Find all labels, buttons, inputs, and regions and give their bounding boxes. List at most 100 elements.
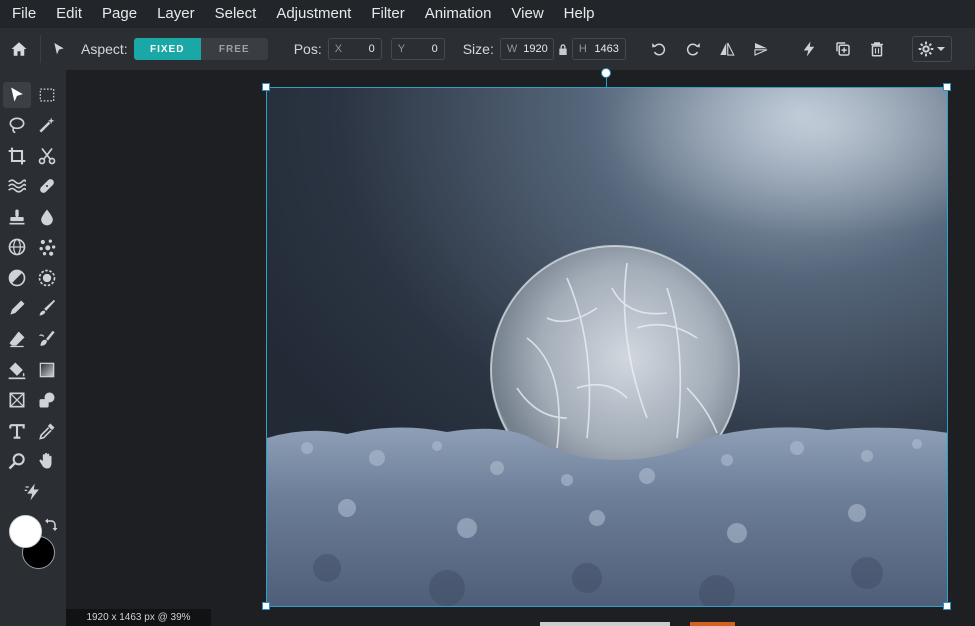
pos-label: Pos: xyxy=(293,41,322,57)
healing-tool[interactable] xyxy=(33,173,61,199)
gradient-tool[interactable] xyxy=(33,357,61,383)
settings-dropdown-button[interactable] xyxy=(911,36,952,62)
fill-tool[interactable] xyxy=(3,357,31,383)
eraser-tool[interactable] xyxy=(3,326,31,352)
text-icon xyxy=(9,424,25,439)
gradient-icon xyxy=(39,362,55,378)
flip-vertical-icon xyxy=(754,43,768,56)
menu-animation[interactable]: Animation xyxy=(425,0,492,28)
size-h-field[interactable]: H 1463 xyxy=(571,38,626,60)
hand-tool[interactable] xyxy=(33,448,61,474)
pos-x-value: 0 xyxy=(368,43,375,55)
menu-filter[interactable]: Filter xyxy=(371,0,404,28)
sponge-tool[interactable] xyxy=(33,265,61,291)
aspect-free-button[interactable]: FREE xyxy=(200,38,268,60)
pos-x-field[interactable]: X 0 xyxy=(327,38,382,60)
rotation-handle[interactable] xyxy=(601,68,611,78)
magic-wand-tool[interactable] xyxy=(33,112,61,138)
menu-view[interactable]: View xyxy=(511,0,543,28)
pencil-tool[interactable] xyxy=(3,295,31,321)
resize-handle-top-left[interactable] xyxy=(262,83,270,91)
redo-rotate-button[interactable] xyxy=(676,32,710,66)
smudge-tool[interactable] xyxy=(33,326,61,352)
sun-icon xyxy=(38,269,56,287)
duplicate-layer-button[interactable] xyxy=(826,32,860,66)
menu-select[interactable]: Select xyxy=(215,0,257,28)
droplet-icon xyxy=(41,209,53,226)
hand-icon xyxy=(39,452,52,469)
zoom-tool[interactable] xyxy=(3,448,31,474)
foreground-color-swatch[interactable] xyxy=(9,515,42,548)
resize-handle-bottom-right[interactable] xyxy=(943,602,951,610)
cursor-arrow-icon xyxy=(54,43,64,55)
paint-bucket-icon xyxy=(8,362,26,380)
delete-layer-button[interactable] xyxy=(860,32,894,66)
pattern-tool[interactable] xyxy=(33,234,61,260)
lightning-icon xyxy=(803,41,815,57)
move-tool[interactable] xyxy=(3,82,31,108)
shape-tool[interactable] xyxy=(3,387,31,413)
cut-tool[interactable] xyxy=(33,143,61,169)
globe-icon xyxy=(8,238,26,256)
clone-stamp-tool[interactable] xyxy=(3,204,31,230)
eyedropper-tool[interactable] xyxy=(33,418,61,444)
blur-tool[interactable] xyxy=(33,204,61,230)
size-w-field[interactable]: W 1920 xyxy=(499,38,554,60)
pos-y-field[interactable]: Y 0 xyxy=(390,38,445,60)
smudge-icon xyxy=(39,330,55,346)
magnifier-icon xyxy=(8,453,25,470)
aspect-toggle: FIXED FREE xyxy=(133,38,268,60)
resize-handle-bottom-left[interactable] xyxy=(262,602,270,610)
aspect-fixed-button[interactable]: FIXED xyxy=(133,38,201,60)
menu-help[interactable]: Help xyxy=(564,0,595,28)
dots-pattern-icon xyxy=(39,239,56,256)
menu-edit[interactable]: Edit xyxy=(56,0,82,28)
swap-arrows-icon xyxy=(45,518,58,531)
swap-colors-button[interactable] xyxy=(44,518,58,532)
lasso-tool[interactable] xyxy=(3,112,31,138)
aspect-label: Aspect: xyxy=(81,41,128,57)
lightning-icon xyxy=(24,483,39,501)
gear-icon xyxy=(919,41,934,57)
brush-icon xyxy=(39,299,56,316)
aspect-lock-button[interactable] xyxy=(554,32,572,66)
sphere-tool[interactable] xyxy=(3,234,31,260)
menu-layer[interactable]: Layer xyxy=(157,0,195,28)
rotate-left-icon xyxy=(652,43,665,56)
cursor-arrow-icon xyxy=(11,87,23,102)
home-button[interactable] xyxy=(2,32,36,66)
contrast-icon xyxy=(8,269,26,287)
bandage-icon xyxy=(40,179,54,193)
size-w-value: 1920 xyxy=(523,43,548,55)
cloud-tool[interactable] xyxy=(33,387,61,413)
pencil-icon xyxy=(10,300,25,315)
brush-tool[interactable] xyxy=(33,295,61,321)
flip-horizontal-button[interactable] xyxy=(710,32,744,66)
quick-action-button[interactable] xyxy=(792,32,826,66)
size-label: Size: xyxy=(462,41,494,57)
flip-vertical-button[interactable] xyxy=(744,32,778,66)
eyedropper-icon xyxy=(39,423,55,440)
liquify-tool[interactable] xyxy=(3,173,31,199)
quick-action-tool[interactable] xyxy=(19,479,47,505)
options-toolbar: Aspect: FIXED FREE Pos: X 0 Y 0 Size: W … xyxy=(0,28,975,70)
dodge-tool[interactable] xyxy=(3,265,31,291)
menu-adjustment[interactable]: Adjustment xyxy=(276,0,351,28)
waves-icon xyxy=(8,179,27,193)
menu-page[interactable]: Page xyxy=(102,0,137,28)
resize-handle-top-right[interactable] xyxy=(943,83,951,91)
magic-wand-icon xyxy=(39,117,55,133)
size-h-key: H xyxy=(578,43,587,55)
lock-icon xyxy=(559,43,567,55)
move-tool-indicator xyxy=(45,32,73,66)
crop-tool[interactable] xyxy=(3,143,31,169)
undo-rotate-button[interactable] xyxy=(642,32,676,66)
canvas-image[interactable] xyxy=(266,87,948,607)
eraser-icon xyxy=(9,331,25,348)
duplicate-icon xyxy=(836,42,850,56)
home-icon xyxy=(11,42,27,56)
text-tool[interactable] xyxy=(3,418,31,444)
marquee-tool[interactable] xyxy=(33,82,61,108)
chevron-down-icon xyxy=(937,47,946,51)
menu-file[interactable]: File xyxy=(12,0,36,28)
